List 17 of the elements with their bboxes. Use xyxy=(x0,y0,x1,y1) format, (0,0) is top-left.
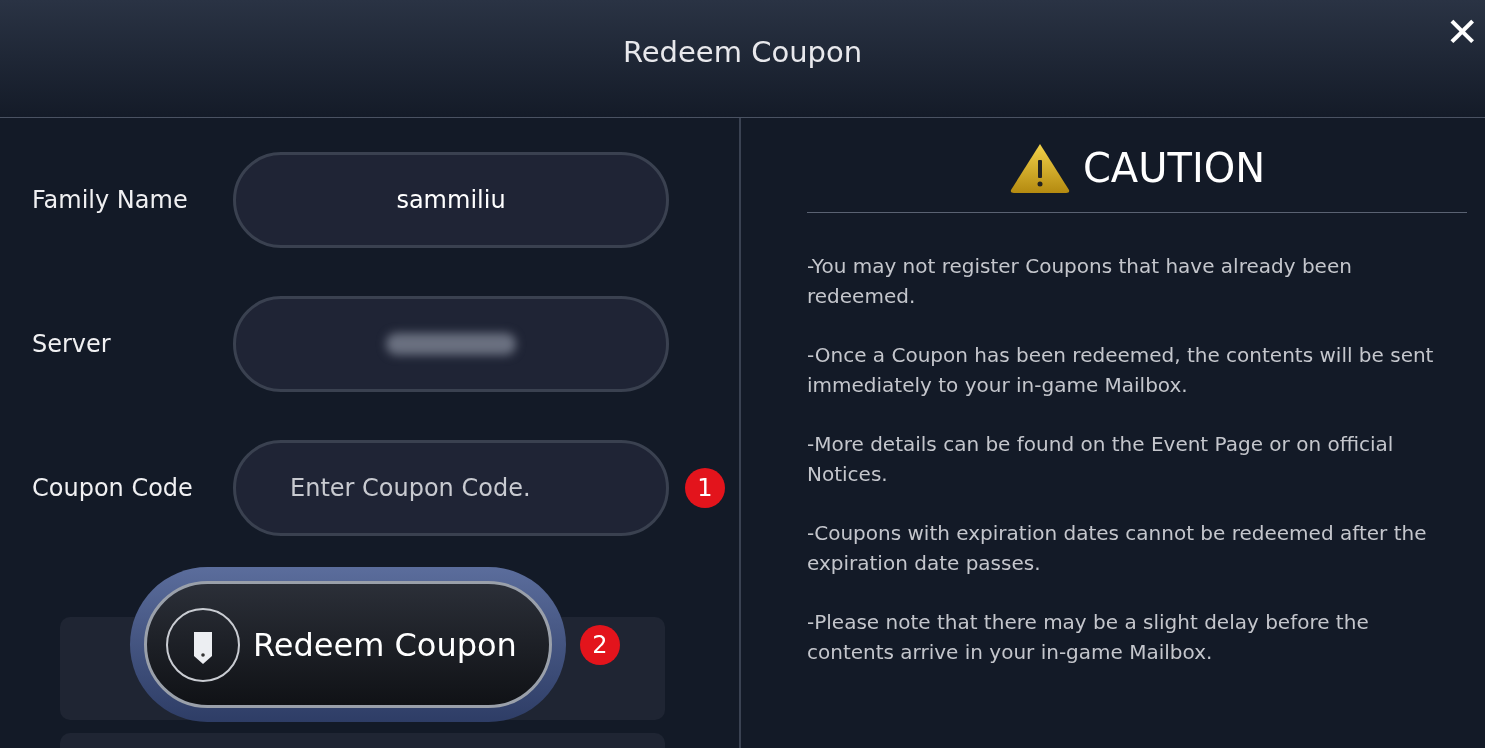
redeem-button[interactable]: Redeem Coupon xyxy=(130,567,566,722)
caution-note: -Coupons with expiration dates cannot be redeemed after the expiration date passes. xyxy=(807,520,1428,577)
coupon-code-field[interactable]: Enter Coupon Code. xyxy=(233,440,669,536)
field-label: Coupon Code xyxy=(32,473,194,504)
step-marker: 1 xyxy=(685,468,725,508)
tag-icon xyxy=(165,606,241,683)
dialog-title: Redeem Coupon xyxy=(622,33,863,71)
name-field: sammiliu xyxy=(233,152,669,248)
field-label: Server xyxy=(32,329,112,360)
caution-note: -Once a Coupon has been redeemed, the contents will be sent immediately to your in-game Mailbox. xyxy=(807,342,1435,399)
caution-note: -You may not register Coupons that have already been redeemed. xyxy=(807,253,1353,310)
close-button[interactable]: ✕ xyxy=(1445,12,1479,52)
field-label: Family Name xyxy=(32,185,189,216)
warning-icon xyxy=(1008,142,1071,194)
caution-note: -Please note that there may be a slight delay before the contents arrive in your in-game Mailbox. xyxy=(807,609,1370,666)
caution-heading: CAUTION xyxy=(1082,144,1266,193)
caution-note: -More details can be found on the Event Page or on official Notices. xyxy=(807,431,1395,488)
